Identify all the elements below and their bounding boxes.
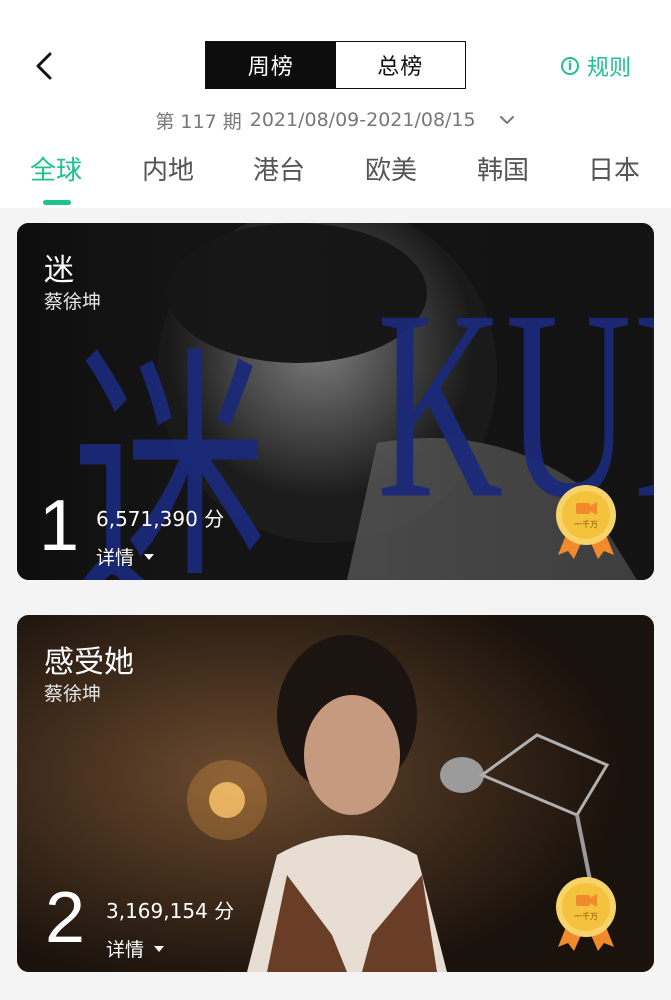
tab-region-korea[interactable]: 韩国 (477, 150, 529, 187)
rank-number: 1 (39, 486, 80, 566)
chart-item-card[interactable]: 迷 KUN 迷 蔡徐坤 1 6,571,390 分 详情 一千万 (17, 223, 654, 580)
chart-type-toggle: 周榜 总榜 (205, 41, 466, 89)
video-camera-icon: 一千万 (556, 877, 616, 951)
period-range: 2021/08/09-2021/08/15 (249, 109, 476, 131)
song-title: 迷 (44, 253, 74, 288)
artist-name: 蔡徐坤 (44, 683, 102, 705)
active-tab-indicator (43, 200, 71, 205)
tab-region-hk-tw[interactable]: 港台 (253, 150, 305, 187)
tab-region-mainland[interactable]: 内地 (142, 150, 194, 187)
svg-text:一千万: 一千万 (574, 519, 598, 529)
top-bar: 周榜 总榜 i 规则 第 117 期 2021/08/09-2021/08/15… (0, 0, 671, 208)
tab-weekly[interactable]: 周榜 (206, 42, 336, 88)
details-label: 详情 (96, 547, 135, 569)
caret-down-icon (144, 553, 155, 560)
period-selector[interactable]: 第 117 期 2021/08/09-2021/08/15 (0, 104, 671, 136)
info-icon: i (560, 57, 579, 75)
chart-item-card[interactable]: 感受她 蔡徐坤 2 3,169,154 分 详情 一千万 (17, 615, 654, 972)
period-issue: 第 117 期 (155, 110, 242, 133)
tab-region-global[interactable]: 全球 (30, 150, 82, 187)
details-label: 详情 (106, 939, 145, 961)
score-value: 6,571,390 分 (96, 507, 225, 531)
video-camera-icon: 一千万 (556, 485, 616, 559)
details-button[interactable]: 详情 (106, 935, 165, 962)
details-button[interactable]: 详情 (96, 543, 155, 570)
tab-region-japan[interactable]: 日本 (588, 150, 640, 187)
artist-name: 蔡徐坤 (44, 291, 102, 313)
region-tabs: 全球 内地 港台 欧美 韩国 日本 (0, 150, 671, 200)
rank-number: 2 (45, 878, 86, 958)
chevron-left-icon[interactable] (26, 46, 66, 86)
tab-total[interactable]: 总榜 (335, 42, 465, 88)
rules-button[interactable]: i 规则 (560, 50, 631, 82)
tab-region-western[interactable]: 欧美 (365, 150, 417, 187)
caret-down-icon (154, 945, 165, 952)
svg-text:一千万: 一千万 (574, 911, 598, 921)
song-title: 感受她 (44, 645, 134, 680)
rules-label: 规则 (586, 56, 631, 81)
score-value: 3,169,154 分 (106, 899, 235, 923)
chevron-down-icon (499, 116, 514, 124)
